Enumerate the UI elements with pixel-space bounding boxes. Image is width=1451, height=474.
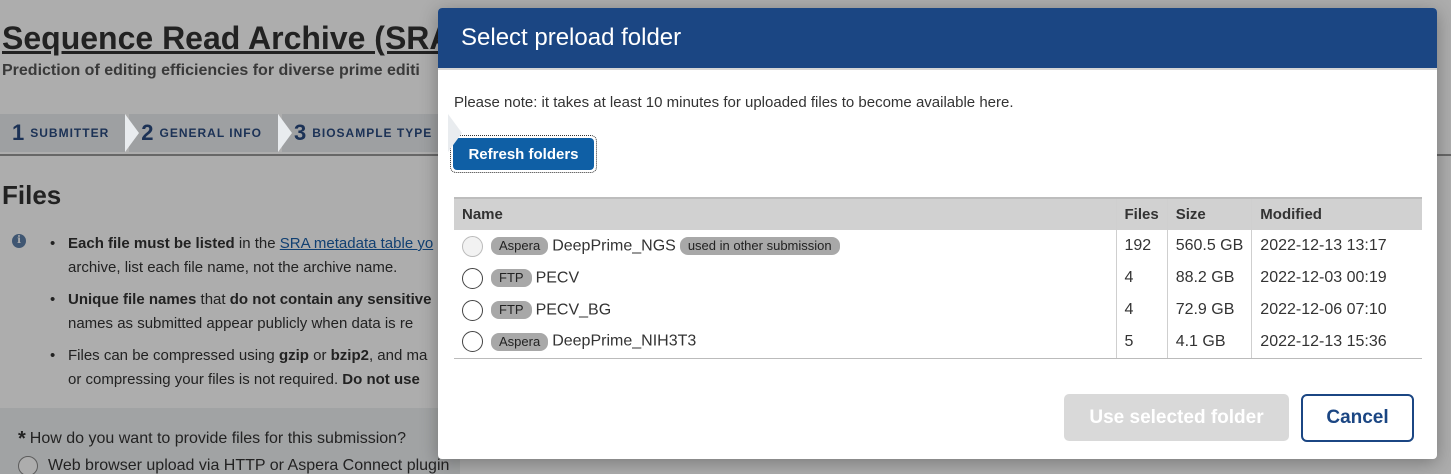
cell-modified: 2022-12-03 00:19 xyxy=(1251,262,1422,294)
table-row[interactable]: FTP PECV_BG 4 72.9 GB 2022-12-06 07:10 xyxy=(454,294,1422,326)
select-preload-folder-dialog: Select preload folder Please note: it ta… xyxy=(438,8,1437,459)
cell-size: 560.5 GB xyxy=(1166,230,1252,262)
folder-name: DeepPrime_NIH3T3 xyxy=(552,332,697,350)
used-badge: used in other submission xyxy=(679,237,840,255)
protocol-badge: Aspera xyxy=(491,237,549,255)
folder-name: PECV_BG xyxy=(535,301,612,318)
use-selected-folder-button[interactable]: Use selected folder xyxy=(1064,394,1289,441)
cancel-button[interactable]: Cancel xyxy=(1301,394,1414,442)
column-header-name[interactable]: Name xyxy=(454,198,1116,230)
folder-name: PECV xyxy=(535,269,580,286)
divider xyxy=(438,68,1437,70)
cell-modified: 2022-12-13 13:17 xyxy=(1251,230,1422,262)
cell-files: 4 xyxy=(1115,294,1168,326)
refresh-focus-ring: Refresh folders xyxy=(450,135,597,173)
refresh-folders-button[interactable]: Refresh folders xyxy=(453,138,594,170)
modal-header: Select preload folder xyxy=(438,8,1437,68)
folder-name: DeepPrime_NGS xyxy=(552,237,676,254)
folder-table: Name Files Size Modified Aspera DeepPrime… xyxy=(454,197,1422,359)
table-header-row: Name Files Size Modified xyxy=(454,198,1422,230)
upload-note: Please note: it takes at least 10 minute… xyxy=(454,94,1014,111)
cell-name: FTP PECV xyxy=(454,262,1116,294)
column-header-size[interactable]: Size xyxy=(1166,198,1252,230)
cell-name: FTP PECV_BG xyxy=(454,294,1116,326)
modal-title: Select preload folder xyxy=(461,24,682,51)
table-row[interactable]: FTP PECV 4 88.2 GB 2022-12-03 00:19 xyxy=(454,262,1422,294)
folder-radio[interactable] xyxy=(462,267,483,289)
cell-size: 88.2 GB xyxy=(1166,262,1252,294)
cell-files: 192 xyxy=(1115,230,1168,262)
folder-radio[interactable] xyxy=(462,331,483,353)
protocol-badge: FTP xyxy=(491,269,532,287)
table-row[interactable]: Aspera DeepPrime_NGS used in other submiss… xyxy=(454,230,1422,262)
cell-size: 72.9 GB xyxy=(1166,294,1252,326)
table-row[interactable]: Aspera DeepPrime_NIH3T3 5 4.1 GB 2022-12-… xyxy=(454,326,1422,359)
cell-modified: 2022-12-13 15:36 xyxy=(1251,326,1422,359)
cell-name: Aspera DeepPrime_NIH3T3 xyxy=(454,326,1116,359)
cell-name: Aspera DeepPrime_NGS used in other submiss… xyxy=(454,230,1116,262)
cell-modified: 2022-12-06 07:10 xyxy=(1251,294,1422,326)
folder-radio[interactable] xyxy=(462,299,483,321)
cell-size: 4.1 GB xyxy=(1166,326,1252,359)
column-header-modified[interactable]: Modified xyxy=(1251,198,1422,230)
cell-files: 4 xyxy=(1115,262,1168,294)
protocol-badge: FTP xyxy=(491,301,532,319)
protocol-badge: Aspera xyxy=(491,332,549,351)
cell-files: 5 xyxy=(1115,326,1168,359)
column-header-files[interactable]: Files xyxy=(1115,198,1168,230)
folder-radio xyxy=(462,235,483,257)
